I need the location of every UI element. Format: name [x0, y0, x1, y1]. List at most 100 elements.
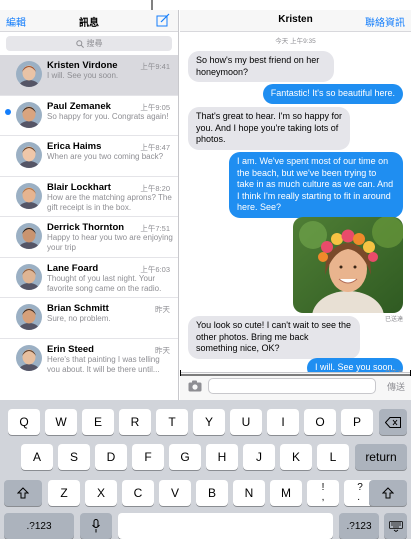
list-title: 訊息: [79, 18, 99, 29]
search-icon: [75, 39, 84, 48]
dictation-key[interactable]: [80, 513, 112, 539]
message-timestamp: 今天 上午9:35: [275, 38, 316, 45]
key-6[interactable]: J: [243, 444, 275, 470]
callout-bracket: [180, 370, 411, 376]
conversation-list-pane: 編輯 訊息 搜尋 Kristen Virdone 上午9:41 I will. Se…: [0, 10, 179, 372]
compose-icon[interactable]: [156, 13, 170, 27]
photo-image: [293, 217, 403, 313]
numbers-key-left[interactable]: .?123: [4, 513, 74, 539]
conversation-name: Blair Lockhart: [47, 181, 111, 193]
conversation-item[interactable]: Blair Lockhart 上午8:20 How are the matching…: [0, 177, 178, 217]
key-0[interactable]: Q: [8, 409, 40, 435]
key-3[interactable]: F: [132, 444, 164, 470]
space-key[interactable]: [118, 513, 333, 539]
numbers-key-right[interactable]: .?123: [339, 513, 379, 539]
key-0[interactable]: A: [21, 444, 53, 470]
send-button[interactable]: 傳送: [387, 380, 405, 393]
microphone-icon: [92, 519, 100, 533]
conversation-name: Lane Foard: [47, 262, 99, 274]
return-key[interactable]: return: [355, 444, 407, 470]
key-1[interactable]: X: [85, 480, 117, 506]
key-7[interactable]: ! ,: [307, 480, 339, 506]
conversation-item[interactable]: Lane Foard 上午6:03 Thought of you last nigh…: [0, 258, 178, 298]
conversation-name: Erica Haims: [47, 141, 102, 152]
key-1[interactable]: S: [58, 444, 90, 470]
conversation-item[interactable]: Derrick Thornton 上午7:51 Happy to hear you …: [0, 217, 178, 258]
shift-key-left[interactable]: [4, 480, 42, 506]
shift-key-right[interactable]: [369, 480, 407, 506]
message-bubble-incoming: So how's my best friend on her honeymoon…: [188, 51, 334, 82]
unread-indicator: [5, 108, 11, 115]
delete-key[interactable]: [379, 409, 407, 435]
list-footer: [0, 372, 179, 400]
conversation-name: Paul Zemanek: [47, 100, 111, 112]
key-2[interactable]: E: [82, 409, 114, 435]
conversation-preview: Here's that painting I was telling you a…: [47, 354, 160, 373]
conversation-item[interactable]: Erica Haims 上午8:47 When are you two coming…: [0, 136, 178, 177]
key-0[interactable]: Z: [48, 480, 80, 506]
search-input[interactable]: 搜尋: [6, 36, 172, 51]
chat-header: Kristen 聯絡資訊: [180, 10, 411, 32]
avatar: [16, 263, 42, 290]
conversation-name: Kristen Virdone: [47, 60, 118, 71]
conversation-item[interactable]: Kristen Virdone 上午9:41 I will. See you soo…: [0, 55, 178, 96]
key-6[interactable]: M: [270, 480, 302, 506]
avatar: [16, 344, 42, 371]
key-2[interactable]: D: [95, 444, 127, 470]
avatar: [16, 142, 42, 168]
conversation-preview: When are you two coming back?: [47, 152, 164, 161]
chat-pane: Kristen 聯絡資訊 今天 上午9:35 So how's my best …: [180, 10, 411, 372]
conversation-name: Derrick Thornton: [47, 222, 125, 233]
key-7[interactable]: K: [280, 444, 312, 470]
key-9[interactable]: P: [341, 409, 373, 435]
avatar: [16, 304, 42, 330]
message-input[interactable]: [208, 378, 376, 394]
conversation-preview: I will. See you soon.: [47, 71, 119, 80]
callout-line: [151, 0, 153, 10]
key-3[interactable]: R: [119, 409, 151, 435]
search-placeholder: 搜尋: [86, 39, 103, 48]
conversation-name: Brian Schmitt: [47, 303, 109, 314]
conversation-name: Erin Steed: [47, 343, 94, 355]
conversation-item[interactable]: Brian Schmitt 昨天 Sure, no problem.: [0, 298, 178, 339]
key-4[interactable]: B: [196, 480, 228, 506]
avatar: [16, 223, 42, 249]
key-5[interactable]: H: [206, 444, 238, 470]
keyboard-hide-icon: [388, 520, 403, 532]
message-bubble-outgoing: I am. We've spent most of our time on th…: [229, 152, 403, 218]
avatar: [16, 182, 42, 209]
key-6[interactable]: U: [230, 409, 262, 435]
key-1[interactable]: W: [45, 409, 77, 435]
shift-icon: [382, 487, 394, 499]
message-bubble-outgoing: Fantastic! It's so beautiful here.: [262, 84, 403, 104]
conversation-preview: Sure, no problem.: [47, 314, 111, 323]
key-4[interactable]: G: [169, 444, 201, 470]
conversation-preview: Happy to hear you two are enjoying your …: [47, 233, 173, 252]
key-3[interactable]: V: [159, 480, 191, 506]
conversation-preview: So happy for you. Congrats again!: [47, 111, 169, 121]
delete-icon: [385, 416, 401, 428]
message-composer: 傳送: [180, 372, 411, 400]
avatar: [16, 61, 42, 87]
key-5[interactable]: Y: [193, 409, 225, 435]
shift-icon: [17, 487, 29, 499]
key-5[interactable]: N: [233, 480, 265, 506]
key-7[interactable]: I: [267, 409, 299, 435]
photo-delivery-status: 已送達: [384, 317, 403, 323]
camera-icon[interactable]: [188, 380, 202, 392]
hide-keyboard-key[interactable]: [384, 513, 407, 539]
key-8[interactable]: O: [304, 409, 336, 435]
conversation-item[interactable]: Erin Steed 昨天 Here's that painting I was t…: [0, 339, 178, 373]
keyboard: QWERTYUIOP ASDFGHJKL Z X C V B N M! ,? . retur…: [0, 400, 411, 539]
message-bubble-incoming: That's great to hear. I'm so happy for y…: [188, 107, 350, 150]
avatar: [16, 101, 42, 128]
list-header: 編輯 訊息: [0, 10, 178, 32]
contact-info-button[interactable]: 聯絡資訊: [365, 14, 405, 29]
conversation-item[interactable]: Paul Zemanek 上午9:05 So happy for you. Cong…: [0, 96, 178, 136]
key-2[interactable]: C: [122, 480, 154, 506]
key-8[interactable]: L: [317, 444, 349, 470]
photo-message[interactable]: [293, 217, 403, 313]
key-4[interactable]: T: [156, 409, 188, 435]
conversation-preview: Thought of you last night. Your favorite…: [47, 273, 162, 293]
conversation-preview: How are the matching aprons? The gift re…: [47, 192, 172, 212]
